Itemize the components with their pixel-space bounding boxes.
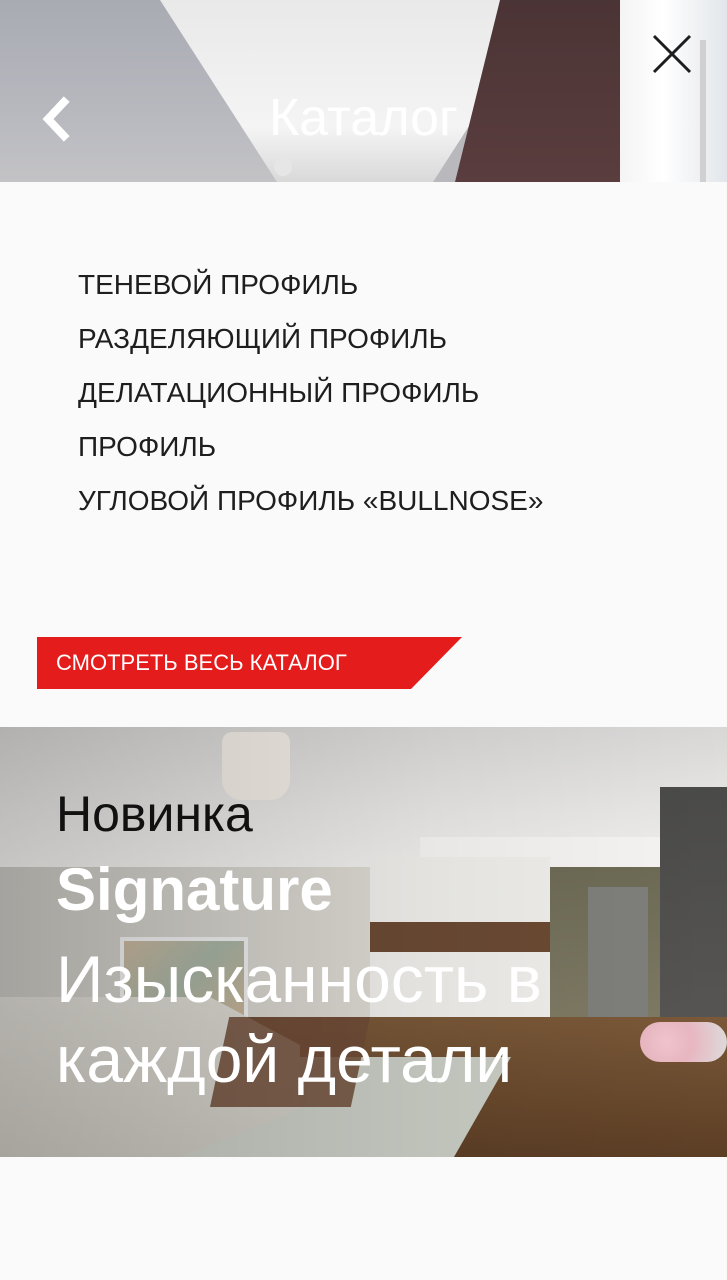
close-icon (652, 34, 692, 74)
page-title: Каталог (268, 89, 459, 147)
header-background-lamp (274, 158, 292, 176)
view-full-catalog-button[interactable]: СМОТРЕТЬ ВЕСЬ КАТАЛОГ (37, 637, 462, 689)
catalog-menu: ТЕНЕВОЙ ПРОФИЛЬ РАЗДЕЛЯЮЩИЙ ПРОФИЛЬ ДЕЛА… (78, 258, 543, 528)
menu-item-separating-profile[interactable]: РАЗДЕЛЯЮЩИЙ ПРОФИЛЬ (78, 312, 543, 366)
menu-item-bullnose-profile[interactable]: УГЛОВОЙ ПРОФИЛЬ «BULLNOSE» (78, 474, 543, 528)
promo-tagline: Изысканность в каждой детали (56, 942, 542, 1096)
view-full-catalog-label: СМОТРЕТЬ ВЕСЬ КАТАЛОГ (56, 650, 347, 675)
promo-banner[interactable]: Новинка Signature Изысканность в каждой … (0, 727, 727, 1157)
promo-eyebrow: Новинка (56, 786, 253, 842)
menu-item-shadow-profile[interactable]: ТЕНЕВОЙ ПРОФИЛЬ (78, 258, 543, 312)
header: Каталог (0, 0, 727, 182)
menu-item-profile[interactable]: ПРОФИЛЬ (78, 420, 543, 474)
menu-item-expansion-profile[interactable]: ДЕЛАТАЦИОННЫЙ ПРОФИЛЬ (78, 366, 543, 420)
promo-product-name: Signature (56, 856, 333, 923)
close-button[interactable] (650, 32, 694, 76)
